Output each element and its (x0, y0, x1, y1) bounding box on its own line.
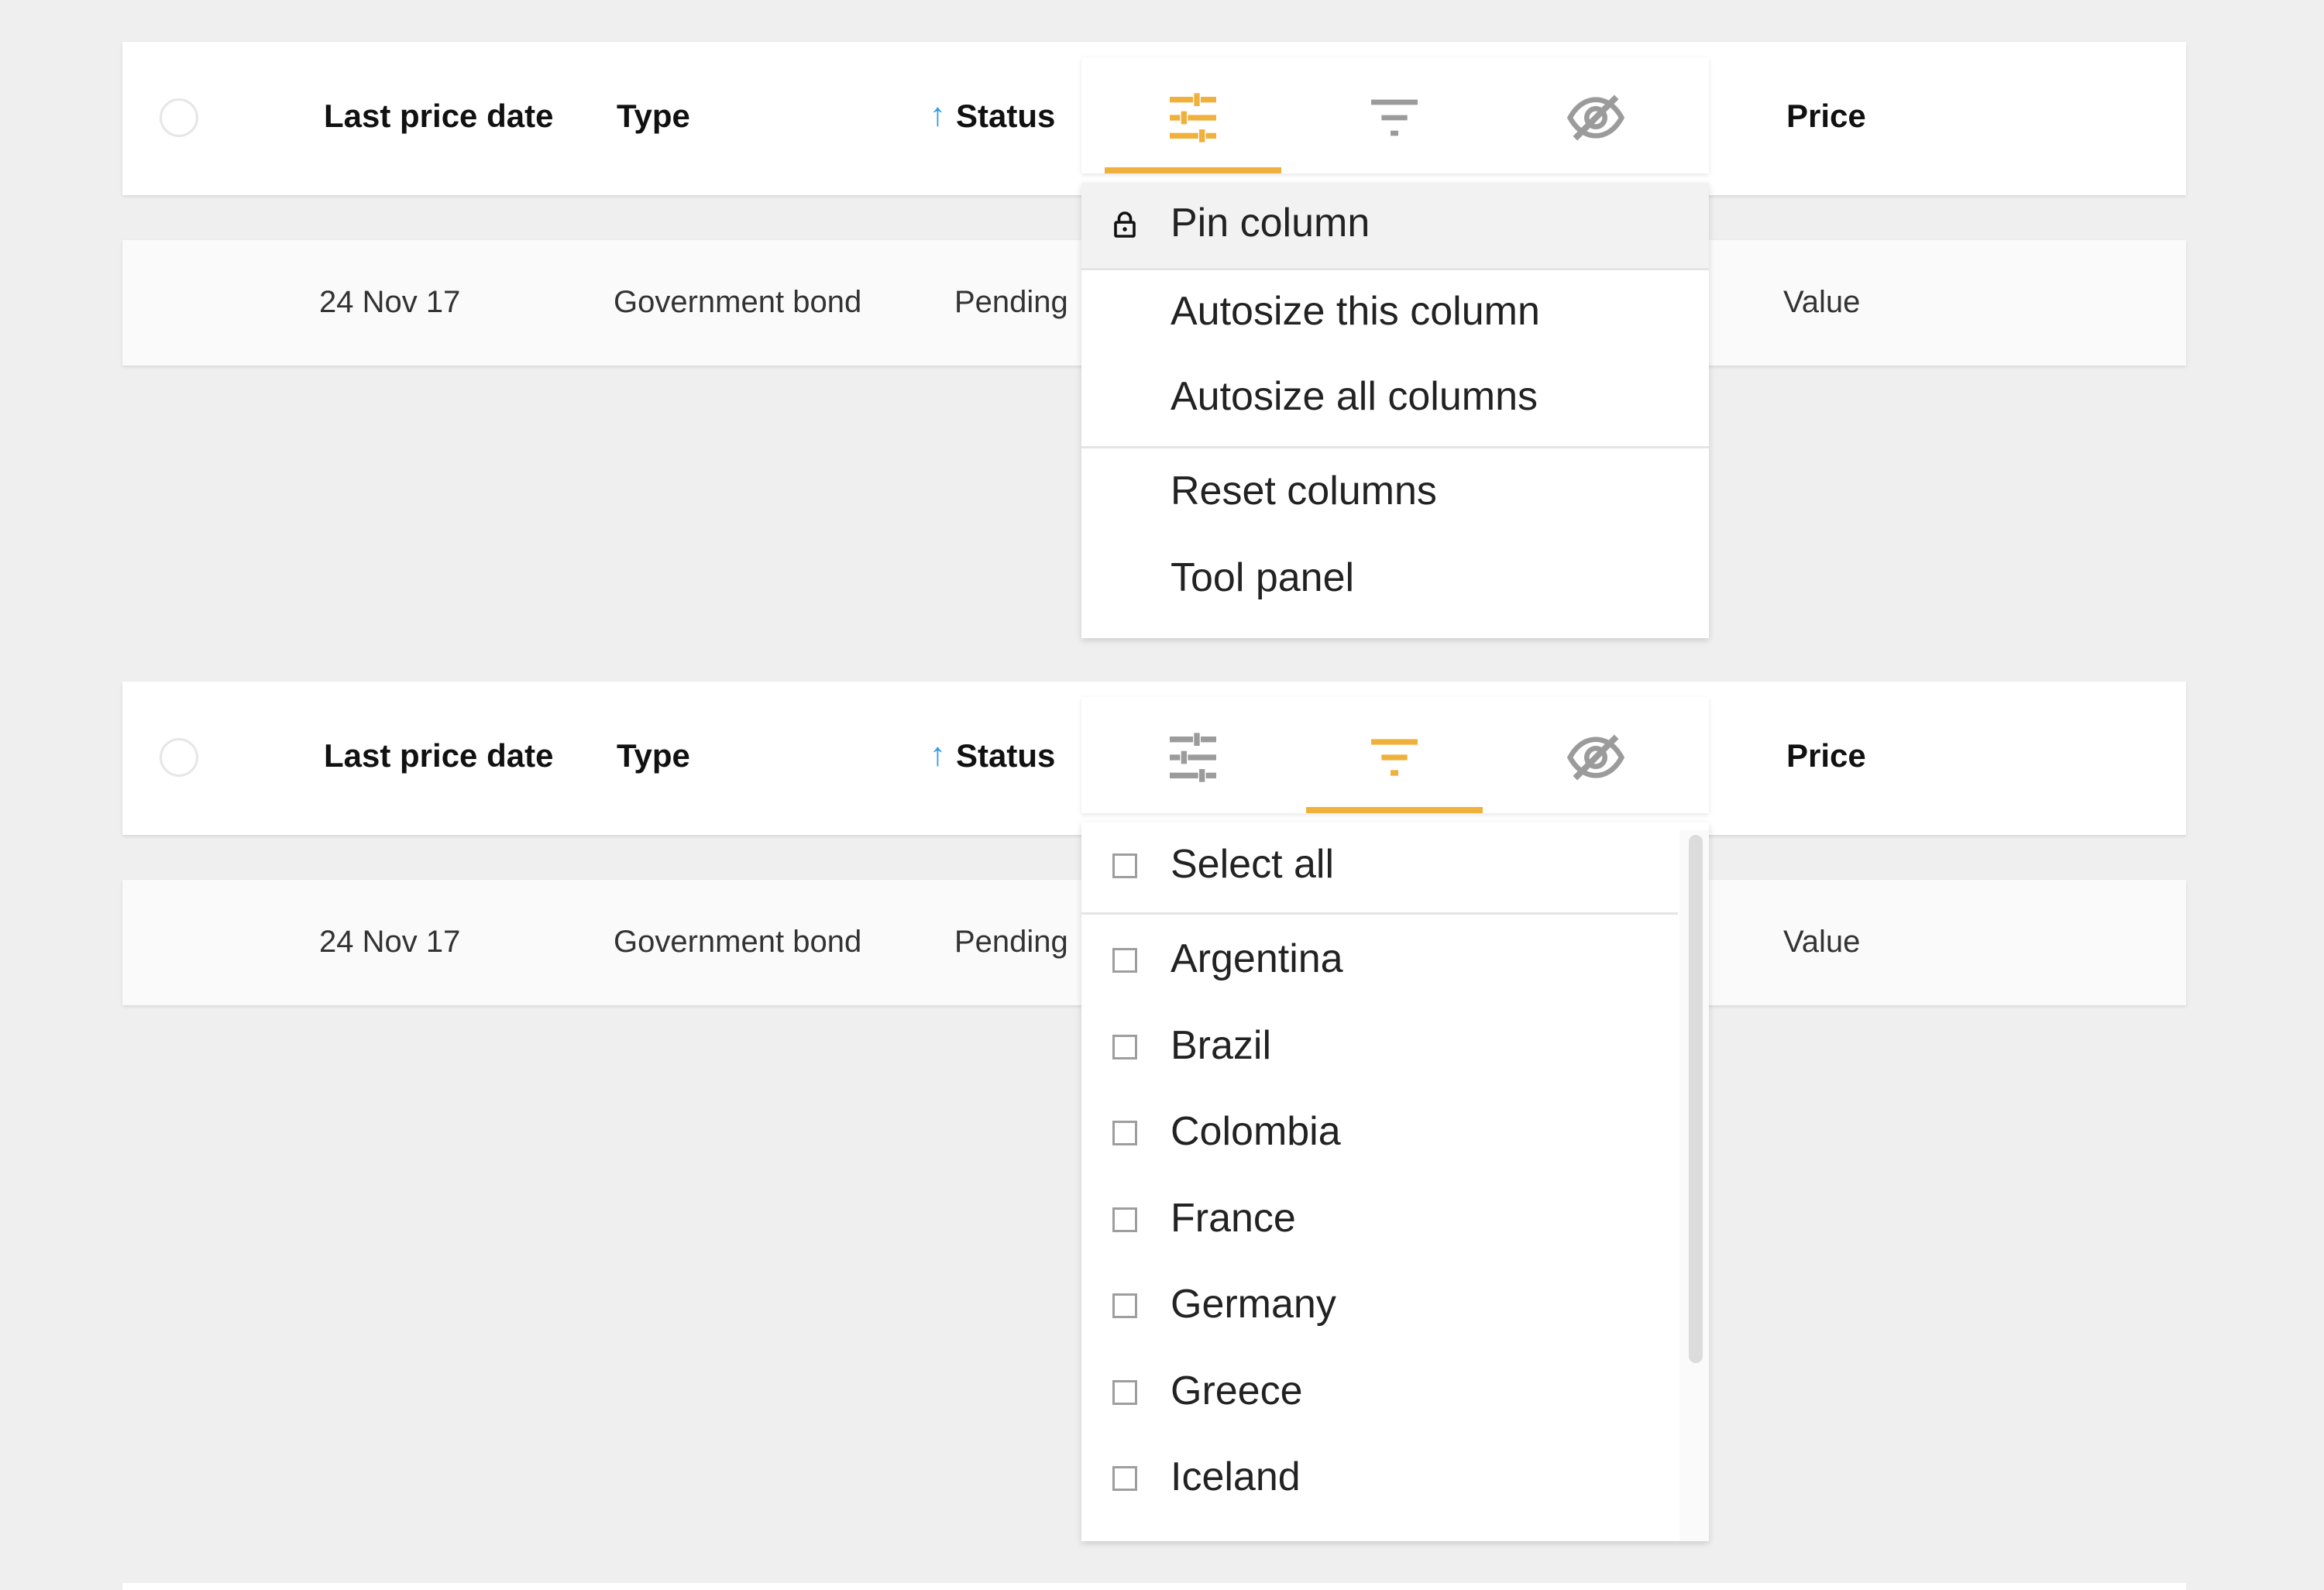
checkbox[interactable] (1112, 1034, 1137, 1059)
cell-price: Value (1783, 925, 1861, 959)
checkbox[interactable] (1112, 853, 1137, 878)
checkbox[interactable] (1112, 948, 1137, 973)
filter-option[interactable]: Germany (1081, 1262, 1678, 1349)
tab-filter[interactable] (1306, 57, 1483, 173)
header-last-price-date[interactable]: Last price date (324, 98, 553, 135)
active-tab-indicator (1306, 807, 1483, 813)
scrollbar-thumb[interactable] (1689, 835, 1703, 1363)
filter-icon (1371, 739, 1418, 776)
checkbox[interactable] (1112, 1207, 1137, 1232)
filter-panel: Select all Argentina Brazil Colombia France… (1081, 822, 1709, 1541)
menu-label: Tool panel (1171, 555, 1355, 600)
menu-separator (1081, 446, 1709, 448)
filter-option[interactable]: Argentina (1081, 917, 1678, 1004)
header-status[interactable]: Status (956, 98, 1055, 135)
scrollbar[interactable] (1679, 830, 1709, 1541)
checkbox[interactable] (1112, 1293, 1137, 1318)
menu-label: Pin column (1171, 201, 1370, 246)
column-menu-tabs (1081, 57, 1709, 173)
select-all-radio[interactable] (160, 738, 198, 777)
filter-label: France (1171, 1195, 1296, 1241)
cell-status: Pending (954, 285, 1068, 319)
cell-status: Pending (954, 925, 1068, 959)
filter-icon (1371, 99, 1418, 136)
filter-label: Select all (1171, 842, 1334, 887)
menu-label: Reset columns (1171, 469, 1437, 513)
filter-option-select-all[interactable]: Select all (1081, 822, 1678, 909)
menu-item-autosize-this[interactable]: Autosize this column (1081, 271, 1709, 356)
checkbox[interactable] (1112, 1379, 1137, 1405)
filter-label: Argentina (1171, 936, 1343, 981)
tab-columns[interactable] (1508, 57, 1684, 173)
menu-label: Autosize all columns (1171, 374, 1538, 419)
filter-label: Brazil (1171, 1022, 1272, 1068)
header-type[interactable]: Type (617, 98, 690, 135)
filter-option[interactable]: Greece (1081, 1349, 1678, 1436)
filter-label: Colombia (1171, 1109, 1341, 1154)
cell-price: Value (1783, 285, 1861, 319)
menu-item-reset-columns[interactable]: Reset columns (1081, 451, 1709, 536)
checkbox[interactable] (1112, 1466, 1137, 1491)
select-all-radio[interactable] (160, 98, 198, 137)
cell-date: 24 Nov 17 (319, 285, 461, 319)
header-type[interactable]: Type (617, 737, 690, 774)
menu-separator (1081, 268, 1709, 270)
tab-filter[interactable] (1306, 697, 1483, 813)
filter-separator (1081, 912, 1678, 915)
header-status[interactable]: Status (956, 737, 1055, 774)
eye-off-icon (1566, 94, 1625, 141)
eye-off-icon (1566, 734, 1625, 781)
sliders-icon (1170, 733, 1216, 782)
menu-item-autosize-all[interactable]: Autosize all columns (1081, 356, 1709, 441)
header-last-price-date[interactable]: Last price date (324, 737, 553, 774)
menu-item-pin-column[interactable]: Pin column › (1081, 183, 1709, 268)
cell-type: Government bond (614, 925, 862, 959)
filter-option[interactable]: Brazil (1081, 1004, 1678, 1090)
header-price[interactable]: Price (1786, 98, 1866, 135)
sliders-icon (1170, 93, 1216, 143)
filter-label: Iceland (1171, 1454, 1301, 1499)
column-menu-tabs (1081, 697, 1709, 813)
header-bar-partial (122, 1583, 2186, 1590)
sort-ascending-icon: ↑ (930, 736, 946, 772)
cell-date: 24 Nov 17 (319, 925, 461, 959)
filter-label: Germany (1171, 1282, 1336, 1327)
column-menu: Pin column › Autosize this column Autosi… (1081, 183, 1709, 638)
tab-general[interactable] (1105, 57, 1281, 173)
checkbox[interactable] (1112, 1121, 1137, 1145)
filter-option[interactable]: France (1081, 1176, 1678, 1263)
header-price[interactable]: Price (1786, 737, 1866, 774)
filter-option[interactable]: Colombia (1081, 1090, 1678, 1176)
cell-type: Government bond (614, 285, 862, 319)
sort-ascending-icon: ↑ (930, 96, 946, 132)
filter-option[interactable]: Iceland (1081, 1435, 1678, 1522)
tab-columns[interactable] (1508, 697, 1684, 813)
filter-label: Greece (1171, 1368, 1303, 1413)
lock-icon (1114, 211, 1136, 238)
menu-item-tool-panel[interactable]: Tool panel (1081, 537, 1709, 623)
active-tab-indicator (1105, 167, 1281, 173)
menu-label: Autosize this column (1171, 289, 1540, 334)
tab-general[interactable] (1105, 697, 1281, 813)
